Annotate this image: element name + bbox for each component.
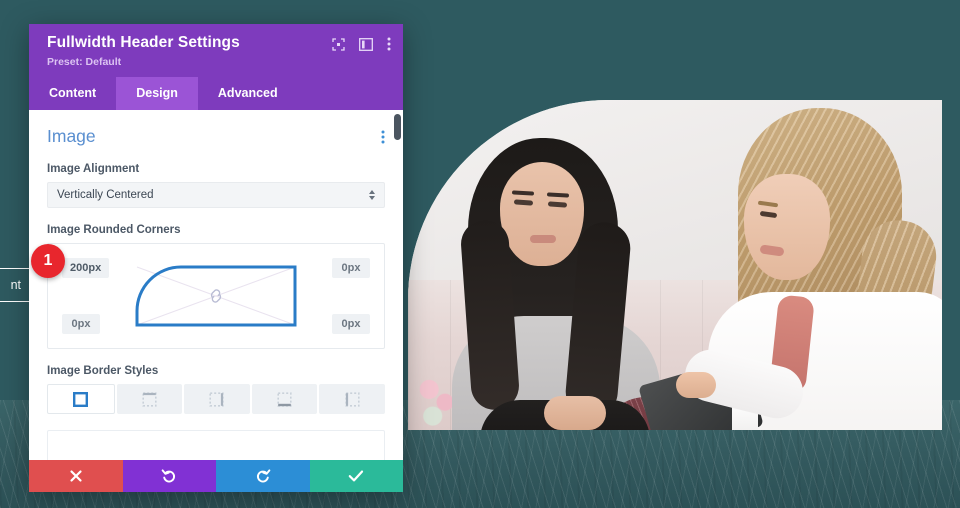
modal-header-icons xyxy=(332,37,391,51)
cancel-button[interactable] xyxy=(29,460,123,492)
modal-header: Fullwidth Header Settings Preset: Defaul… xyxy=(29,24,403,77)
image-border-styles-label: Image Border Styles xyxy=(47,365,159,377)
step-badge-1: 1 xyxy=(31,244,65,278)
border-bottom-icon-button[interactable] xyxy=(251,384,318,414)
field-image-rounded-corners: Image Rounded Corners 200px 0px 0px 0px xyxy=(47,224,385,349)
border-styles-group xyxy=(47,384,385,414)
field-image-border-styles: Image Border Styles xyxy=(47,365,385,414)
fullwidth-header-settings-modal: Fullwidth Header Settings Preset: Defaul… xyxy=(29,24,403,492)
photo-person1-lip xyxy=(530,235,556,243)
photo-person1-hands xyxy=(544,396,606,430)
website-cta-button[interactable]: nt xyxy=(0,268,30,302)
section-header: Image xyxy=(47,126,385,147)
photo-person1-face xyxy=(500,162,584,266)
border-right-icon-button[interactable] xyxy=(184,384,250,414)
website-left-content: ney st nt xyxy=(0,150,30,302)
modal-footer-actions xyxy=(29,460,403,492)
corner-bottom-right-input[interactable]: 0px xyxy=(332,314,370,334)
corner-top-left-input[interactable]: 200px xyxy=(62,258,110,278)
tab-design[interactable]: Design xyxy=(116,77,198,110)
modal-body: Image Image Alignment Vertically Centere… xyxy=(29,110,403,460)
field-image-alignment: Image Alignment Vertically Centered xyxy=(47,163,385,208)
checkmark-icon xyxy=(348,470,364,482)
section-more-icon[interactable] xyxy=(381,130,385,144)
chevron-updown-icon xyxy=(369,190,375,200)
corner-radius-preview xyxy=(135,265,297,327)
next-setting-panel[interactable] xyxy=(47,430,385,460)
more-options-icon[interactable] xyxy=(387,37,391,51)
corner-top-right-input[interactable]: 0px xyxy=(332,258,370,278)
border-all-icon-button[interactable] xyxy=(47,384,115,414)
redo-icon xyxy=(256,469,271,483)
image-alignment-value: Vertically Centered xyxy=(57,189,154,201)
section-title-image: Image xyxy=(47,126,96,146)
redo-button[interactable] xyxy=(216,460,310,492)
layout-columns-icon[interactable] xyxy=(359,37,373,51)
close-icon xyxy=(70,470,82,482)
undo-button[interactable] xyxy=(122,460,216,492)
focus-icon[interactable] xyxy=(332,37,345,51)
border-left-icon-button[interactable] xyxy=(319,384,385,414)
tab-advanced[interactable]: Advanced xyxy=(198,77,298,110)
border-top-icon-button[interactable] xyxy=(116,384,183,414)
website-heading: ney xyxy=(0,150,30,183)
modal-tab-bar: Content Design Advanced xyxy=(29,77,403,110)
modal-scrollbar[interactable] xyxy=(394,110,401,460)
website-subtext: st xyxy=(0,192,30,206)
modal-preset-selector[interactable]: Preset: Default xyxy=(47,56,389,68)
photo-person2-face xyxy=(744,174,830,280)
corner-bottom-left-input[interactable]: 0px xyxy=(62,314,100,334)
photo-person2-hand xyxy=(676,372,716,398)
undo-icon xyxy=(161,469,176,483)
tab-content[interactable]: Content xyxy=(29,77,116,110)
hero-image-preview[interactable] xyxy=(408,100,942,430)
image-alignment-select[interactable]: Vertically Centered xyxy=(47,182,385,208)
save-button[interactable] xyxy=(309,460,403,492)
rounded-corners-widget: 200px 0px 0px 0px xyxy=(47,243,385,349)
image-rounded-corners-label: Image Rounded Corners xyxy=(47,224,181,236)
modal-scrollbar-thumb[interactable] xyxy=(394,114,401,140)
image-alignment-label: Image Alignment xyxy=(47,163,140,175)
